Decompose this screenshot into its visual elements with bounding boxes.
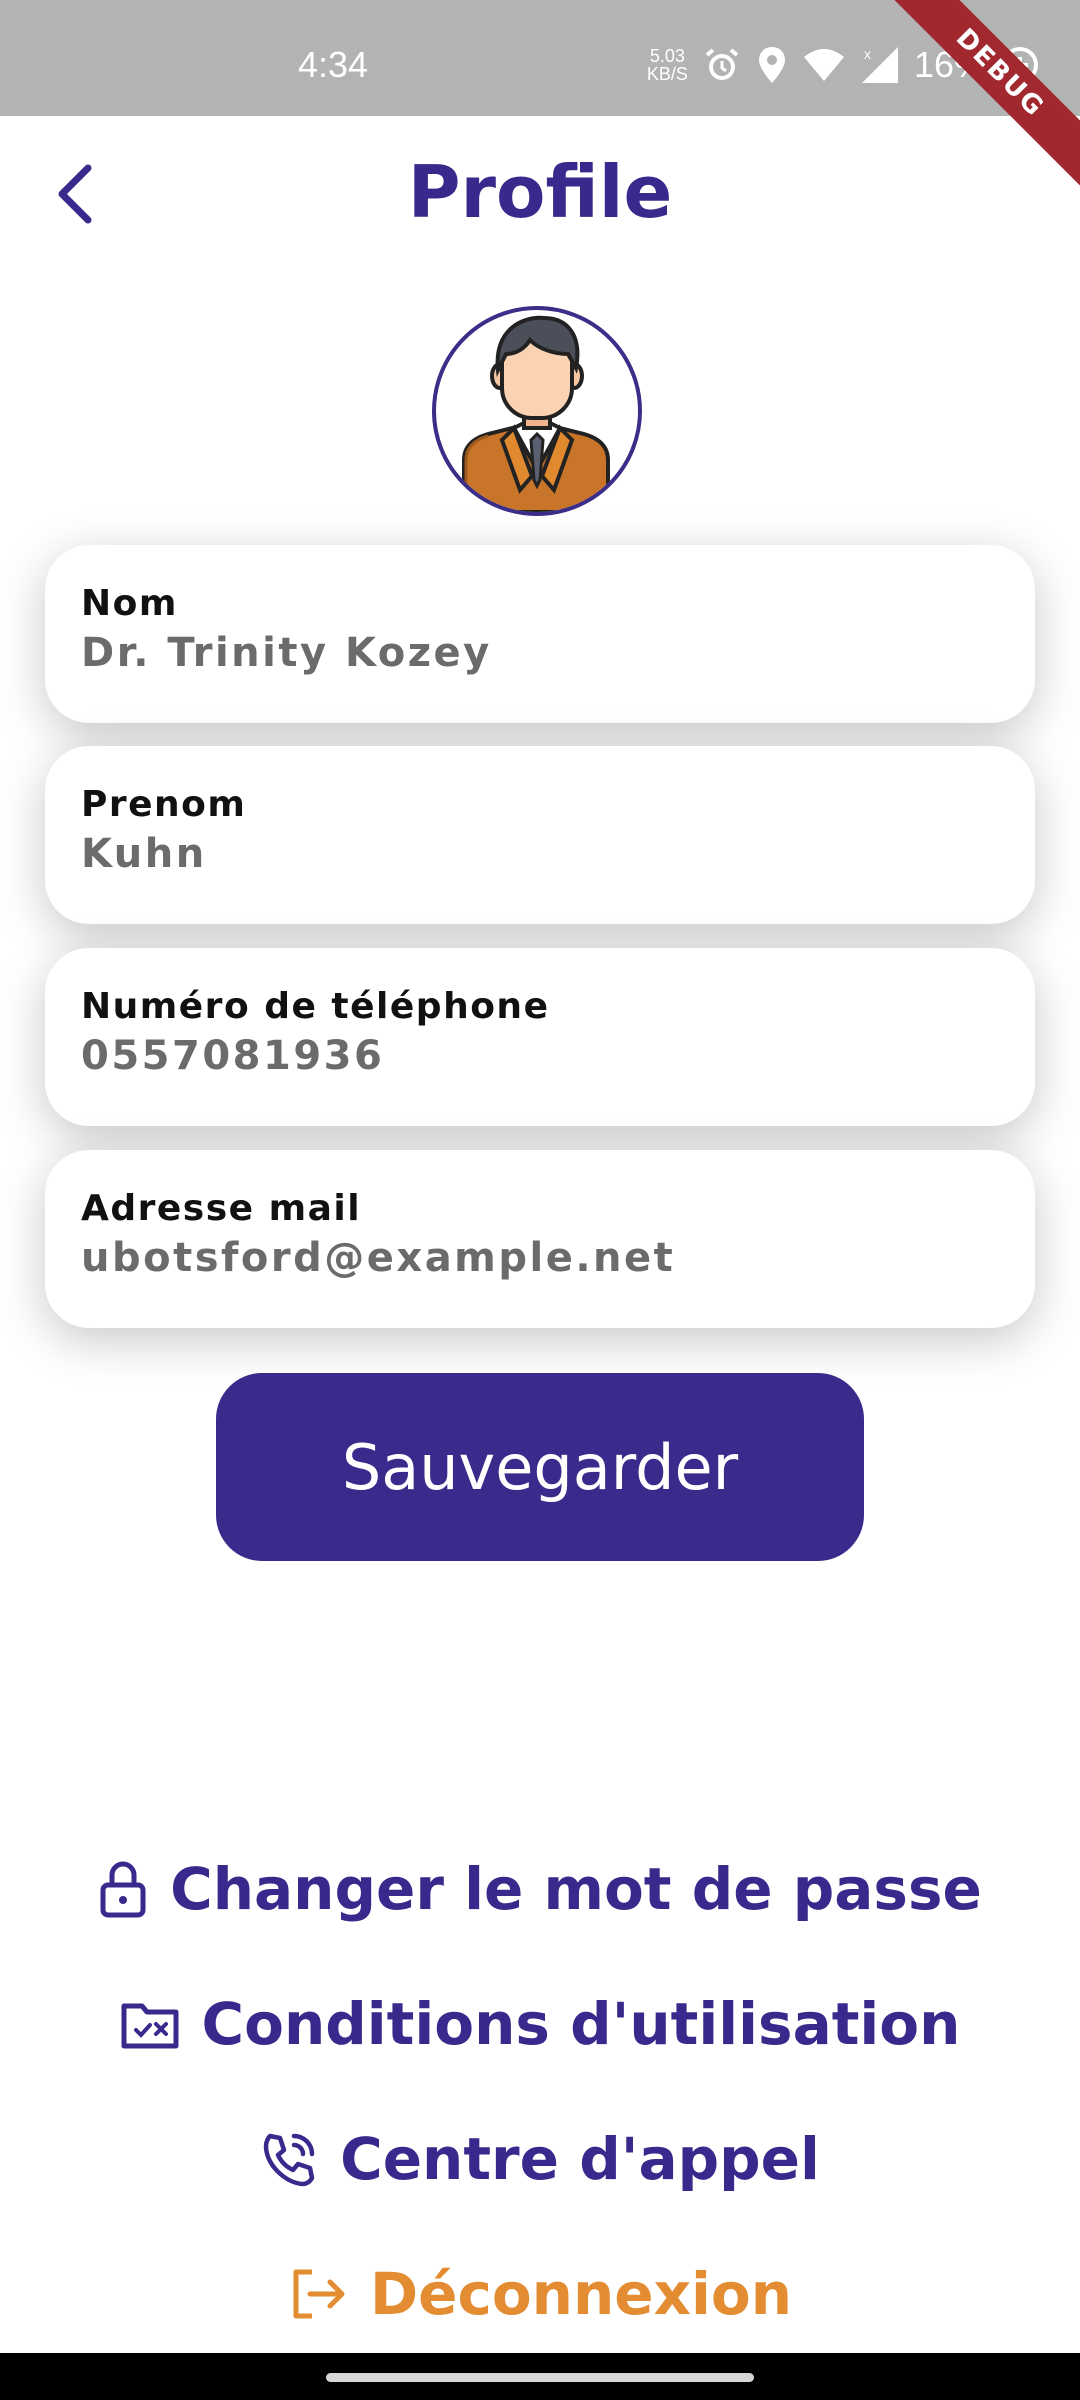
home-gesture-handle[interactable] — [326, 2373, 754, 2382]
network-speed: 5.03 KB/S — [647, 47, 688, 83]
svg-text:x: x — [864, 46, 871, 62]
phone-call-icon — [263, 2133, 315, 2187]
status-time: 4:34 — [298, 44, 369, 85]
field-card-nom[interactable]: Nom Dr. Trinity Kozey — [45, 545, 1035, 723]
field-label: Prenom — [81, 784, 247, 825]
call-center-link[interactable]: Centre d'appel — [0, 2125, 1080, 2193]
alarm-icon — [702, 45, 742, 85]
navigation-bar — [0, 2353, 1080, 2400]
terms-link[interactable]: Conditions d'utilisation — [0, 1990, 1080, 2058]
signal-icon: x — [860, 45, 900, 85]
logout-icon — [293, 2269, 345, 2319]
field-label: Nom — [81, 583, 178, 624]
location-icon — [756, 45, 788, 85]
field-label: Adresse mail — [81, 1188, 362, 1229]
network-speed-value: 5.03 — [649, 46, 685, 66]
field-value[interactable]: Dr. Trinity Kozey — [81, 630, 999, 676]
businessman-avatar-icon — [462, 315, 610, 512]
change-password-label: Changer le mot de passe — [170, 1855, 982, 1923]
save-button[interactable]: Sauvegarder — [216, 1373, 864, 1561]
wifi-icon — [802, 47, 846, 83]
lock-icon — [100, 1861, 146, 1918]
field-card-email[interactable]: Adresse mail ubotsford@example.net — [45, 1150, 1035, 1328]
terms-label: Conditions d'utilisation — [201, 1990, 961, 2058]
folder-check-icon — [121, 2003, 179, 2049]
network-speed-unit: KB/S — [646, 64, 688, 84]
page-title: Profile — [407, 150, 673, 234]
change-password-link[interactable]: Changer le mot de passe — [0, 1855, 1080, 1923]
field-value[interactable]: 0557081936 — [81, 1033, 999, 1079]
avatar[interactable] — [432, 306, 642, 516]
field-card-prenom[interactable]: Prenom Kuhn — [45, 746, 1035, 924]
field-value[interactable]: ubotsford@example.net — [81, 1235, 999, 1281]
field-value[interactable]: Kuhn — [81, 831, 999, 877]
call-center-label: Centre d'appel — [340, 2125, 820, 2193]
field-label: Numéro de téléphone — [81, 986, 550, 1027]
logout-label: Déconnexion — [369, 2260, 793, 2328]
logout-link[interactable]: Déconnexion — [0, 2260, 1080, 2328]
field-card-telephone[interactable]: Numéro de téléphone 0557081936 — [45, 948, 1035, 1126]
